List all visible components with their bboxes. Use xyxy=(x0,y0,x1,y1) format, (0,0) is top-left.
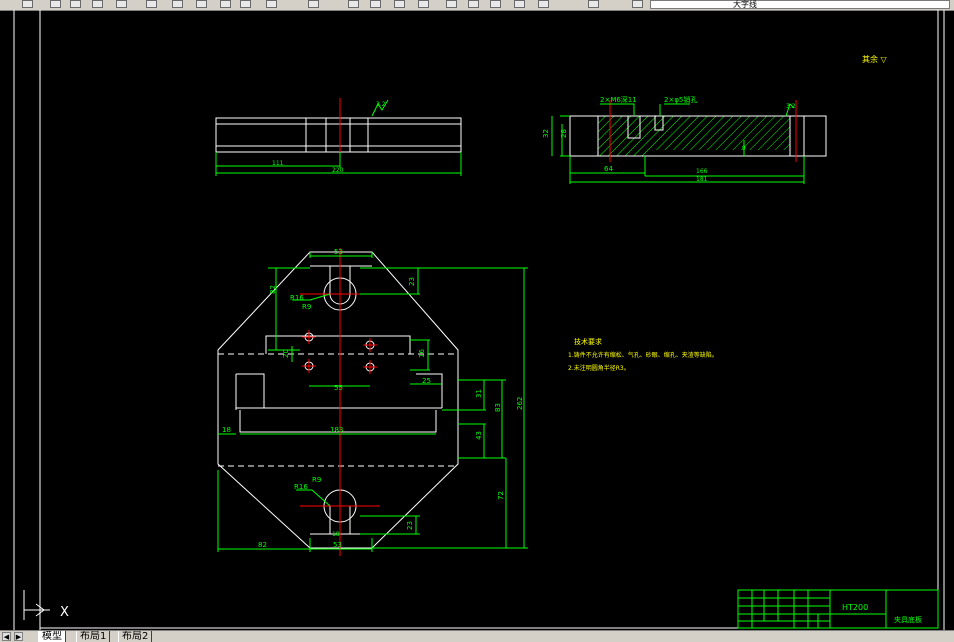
dim-166: 166 xyxy=(696,168,708,175)
dim-181: 181 xyxy=(696,176,708,183)
dim-111: 111 xyxy=(272,160,284,167)
dim-31: 31 xyxy=(475,389,483,398)
label-pinhole: 2×φ5销孔 xyxy=(664,95,697,104)
zoom-window-icon[interactable] xyxy=(348,0,359,8)
zoom-previous-icon[interactable] xyxy=(370,0,381,8)
technical-notes: 技术要求 1.铸件不允许有缩松、气孔、砂眼、缩孔、夹渣等缺陷。 2.未注明圆角半… xyxy=(568,337,718,372)
publish-icon[interactable] xyxy=(92,0,103,8)
design-center-icon[interactable] xyxy=(418,0,429,8)
tab-model[interactable]: 模型 xyxy=(38,631,66,642)
dim-82-left: 82 xyxy=(269,285,277,294)
dim-64: 64 xyxy=(604,165,613,173)
dim-r16-top: R16 xyxy=(290,294,304,302)
dim-20: 20 xyxy=(282,349,290,358)
help-icon[interactable] xyxy=(538,0,549,8)
dim-r9-top: R9 xyxy=(302,303,311,311)
dim-220: 220 xyxy=(332,167,344,174)
markup-icon[interactable] xyxy=(490,0,501,8)
undo-icon[interactable] xyxy=(220,0,231,8)
layer-state-icon[interactable] xyxy=(632,0,643,8)
layer-combo-value: 大字线 xyxy=(733,0,757,9)
dim-53-bottom: 53 xyxy=(333,541,342,549)
dim-r9-bottom: R9 xyxy=(312,476,321,484)
dim-32: 32 xyxy=(542,129,550,138)
dim-183: 183 xyxy=(330,426,343,434)
notes-line-2: 2.未注明圆角半径R3。 xyxy=(568,364,630,372)
ucs-x-label: X xyxy=(60,605,69,620)
title-block: HT200 夹具底板 xyxy=(737,589,939,629)
front-view-outline xyxy=(215,117,462,153)
tab-layout1-label: 布局1 xyxy=(80,631,107,642)
properties-icon[interactable] xyxy=(394,0,405,8)
front-view: 111 220 3.2 xyxy=(215,98,462,176)
dim-82-bottom: 82 xyxy=(258,541,267,549)
copy-icon[interactable] xyxy=(146,0,157,8)
tab-model-label: 模型 xyxy=(42,631,62,642)
cut-icon[interactable] xyxy=(116,0,127,8)
dim-r16-bottom: R16 xyxy=(294,483,308,491)
title-part-name: 夹具底板 xyxy=(894,615,922,624)
paste-icon[interactable] xyxy=(172,0,183,8)
pan-icon[interactable] xyxy=(266,0,277,8)
save-icon[interactable] xyxy=(22,0,33,8)
dim-55: 55 xyxy=(334,384,343,392)
dim-18: 18 xyxy=(222,426,231,434)
roughness-note: 其余 ▽ xyxy=(862,54,888,64)
title-material: HT200 xyxy=(842,603,868,612)
drawing-canvas[interactable]: 其余 ▽ 111 220 3.2 2×M6深11 2×φ5销孔 32 28 64… xyxy=(0,10,954,630)
dim-72: 72 xyxy=(497,491,505,500)
dim-18-bottom: 18 xyxy=(332,531,340,538)
dim-83: 83 xyxy=(494,403,502,412)
redo-icon[interactable] xyxy=(240,0,251,8)
ucs-icon: X xyxy=(23,590,69,620)
tab-nav-first-icon: ◀ xyxy=(3,633,10,641)
layout-tabs-bar: ◀ ▶ 模型 布局1 布局2 xyxy=(0,630,954,642)
dim-25: 25 xyxy=(422,377,431,385)
notes-line-1: 1.铸件不允许有缩松、气孔、砂眼、缩孔、夹渣等缺陷。 xyxy=(568,351,718,359)
dim-9: 9 xyxy=(742,145,746,152)
dim-28: 28 xyxy=(560,129,568,138)
roughness-label-section: 3.2 xyxy=(786,103,796,110)
tab-layout2[interactable]: 布局2 xyxy=(118,631,153,642)
dim-262: 262 xyxy=(516,397,524,410)
dim-16: 16 xyxy=(418,349,426,358)
tab-nav-first-button[interactable]: ◀ xyxy=(2,632,11,641)
section-view: 2×M6深11 2×φ5销孔 32 28 64 166 181 9 3.2 xyxy=(542,95,827,184)
plan-view: 53 23 82 R16 R9 20 16 55 25 31 83 262 18… xyxy=(217,248,528,556)
section-hatch xyxy=(598,116,790,156)
tab-layout2-label: 布局2 xyxy=(122,631,149,642)
roughness-label: 3.2 xyxy=(376,101,386,108)
dim-23-top: 23 xyxy=(408,277,416,286)
match-properties-icon[interactable] xyxy=(196,0,207,8)
tab-layout1[interactable]: 布局1 xyxy=(76,631,111,642)
label-m6: 2×M6深11 xyxy=(600,95,637,104)
dim-43: 43 xyxy=(475,431,483,440)
calculator-icon[interactable] xyxy=(514,0,525,8)
tab-nav-prev-button[interactable]: ▶ xyxy=(14,632,23,641)
layer-manager-icon[interactable] xyxy=(588,0,599,8)
dim-53-top: 53 xyxy=(334,248,343,256)
preview-icon[interactable] xyxy=(70,0,81,8)
tool-palettes-icon[interactable] xyxy=(446,0,457,8)
sheet-set-icon[interactable] xyxy=(468,0,479,8)
tab-nav-prev-icon: ▶ xyxy=(15,633,22,641)
notes-title: 技术要求 xyxy=(574,337,602,346)
plan-outline xyxy=(217,251,459,549)
print-icon[interactable] xyxy=(50,0,61,8)
zoom-realtime-icon[interactable] xyxy=(308,0,319,8)
layer-combo[interactable]: 大字线 xyxy=(650,0,950,9)
dim-23-bottom: 23 xyxy=(406,521,414,530)
